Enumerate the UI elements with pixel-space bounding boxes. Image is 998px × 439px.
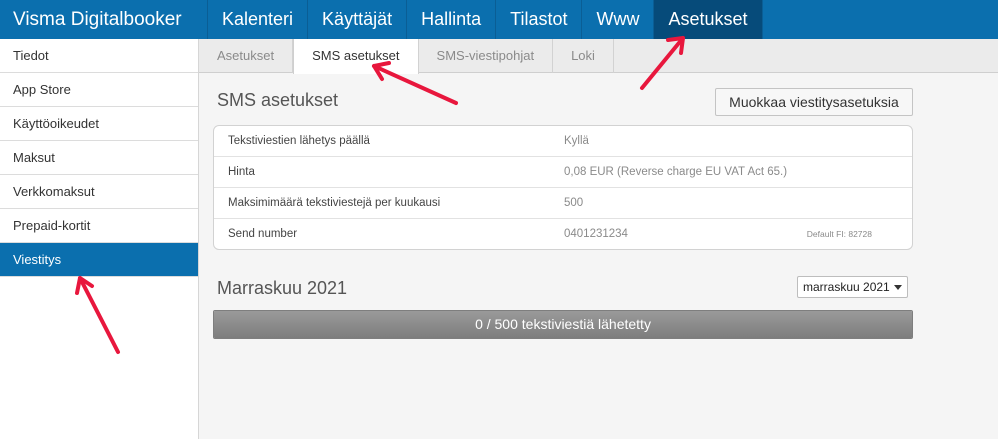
row-value: 500 [564,197,584,209]
sms-settings-table: Tekstiviestien lähetys päällä Kyllä Hint… [213,125,913,250]
nav-kalenteri[interactable]: Kalenteri [208,0,309,39]
sms-settings-title: SMS asetukset [217,90,339,110]
row-label: Send number [228,228,298,240]
row-label: Maksimimäärä tekstiviestejä per kuukausi [228,197,441,209]
sidebar: Tiedot App Store Käyttöoikeudet Maksut V… [0,39,199,439]
tab-asetukset[interactable]: Asetukset [199,39,294,73]
edit-messaging-settings-button[interactable]: Muokkaa viestitysasetuksia [715,88,913,116]
sidebar-item-kayttooikeudet[interactable]: Käyttöoikeudet [0,107,198,141]
table-row: Hinta 0,08 EUR (Reverse charge EU VAT Ac… [214,157,912,188]
tab-bar: Asetukset SMS asetukset SMS-viestipohjat… [199,39,998,74]
table-row: Maksimimäärä tekstiviestejä per kuukausi… [214,188,912,219]
app-title[interactable]: Visma Digitalbooker [0,0,208,39]
tab-loki[interactable]: Loki [553,39,614,73]
row-label: Hinta [228,166,255,178]
sidebar-item-tiedot[interactable]: Tiedot [0,39,198,73]
row-label: Tekstiviestien lähetys päällä [228,135,370,147]
sms-usage-progress: 0 / 500 tekstiviestiä lähetetty [213,310,913,339]
table-row: Send number 0401231234 Default FI: 82728 [214,219,912,249]
nav-tilastot[interactable]: Tilastot [496,0,583,39]
progress-label: 0 / 500 tekstiviestiä lähetetty [475,316,651,332]
month-title: Marraskuu 2021 [217,278,348,298]
default-number-note: Default FI: 82728 [806,229,872,239]
nav-www[interactable]: Www [582,0,655,39]
sidebar-item-maksut[interactable]: Maksut [0,141,198,175]
top-navigation: Visma Digitalbooker Kalenteri Käyttäjät … [0,0,998,39]
nav-asetukset[interactable]: Asetukset [654,0,763,39]
nav-hallinta[interactable]: Hallinta [407,0,497,39]
row-value: Kyllä [564,135,589,147]
sidebar-item-app-store[interactable]: App Store [0,73,198,107]
sidebar-item-prepaid-kortit[interactable]: Prepaid-kortit [0,209,198,243]
caret-down-icon [894,285,902,290]
row-value: 0401231234 [564,228,628,240]
tab-sms-viestipohjat[interactable]: SMS-viestipohjat [419,39,554,73]
nav-kayttajat[interactable]: Käyttäjät [308,0,408,39]
month-select[interactable]: marraskuu 2021 [797,276,908,298]
row-value: 0,08 EUR (Reverse charge EU VAT Act 65.) [564,166,788,178]
table-row: Tekstiviestien lähetys päällä Kyllä [214,126,912,157]
sidebar-item-verkkomaksut[interactable]: Verkkomaksut [0,175,198,209]
sidebar-item-viestitys[interactable]: Viestitys [0,243,198,277]
month-select-value: marraskuu 2021 [803,280,890,294]
tab-sms-asetukset[interactable]: SMS asetukset [293,39,419,74]
